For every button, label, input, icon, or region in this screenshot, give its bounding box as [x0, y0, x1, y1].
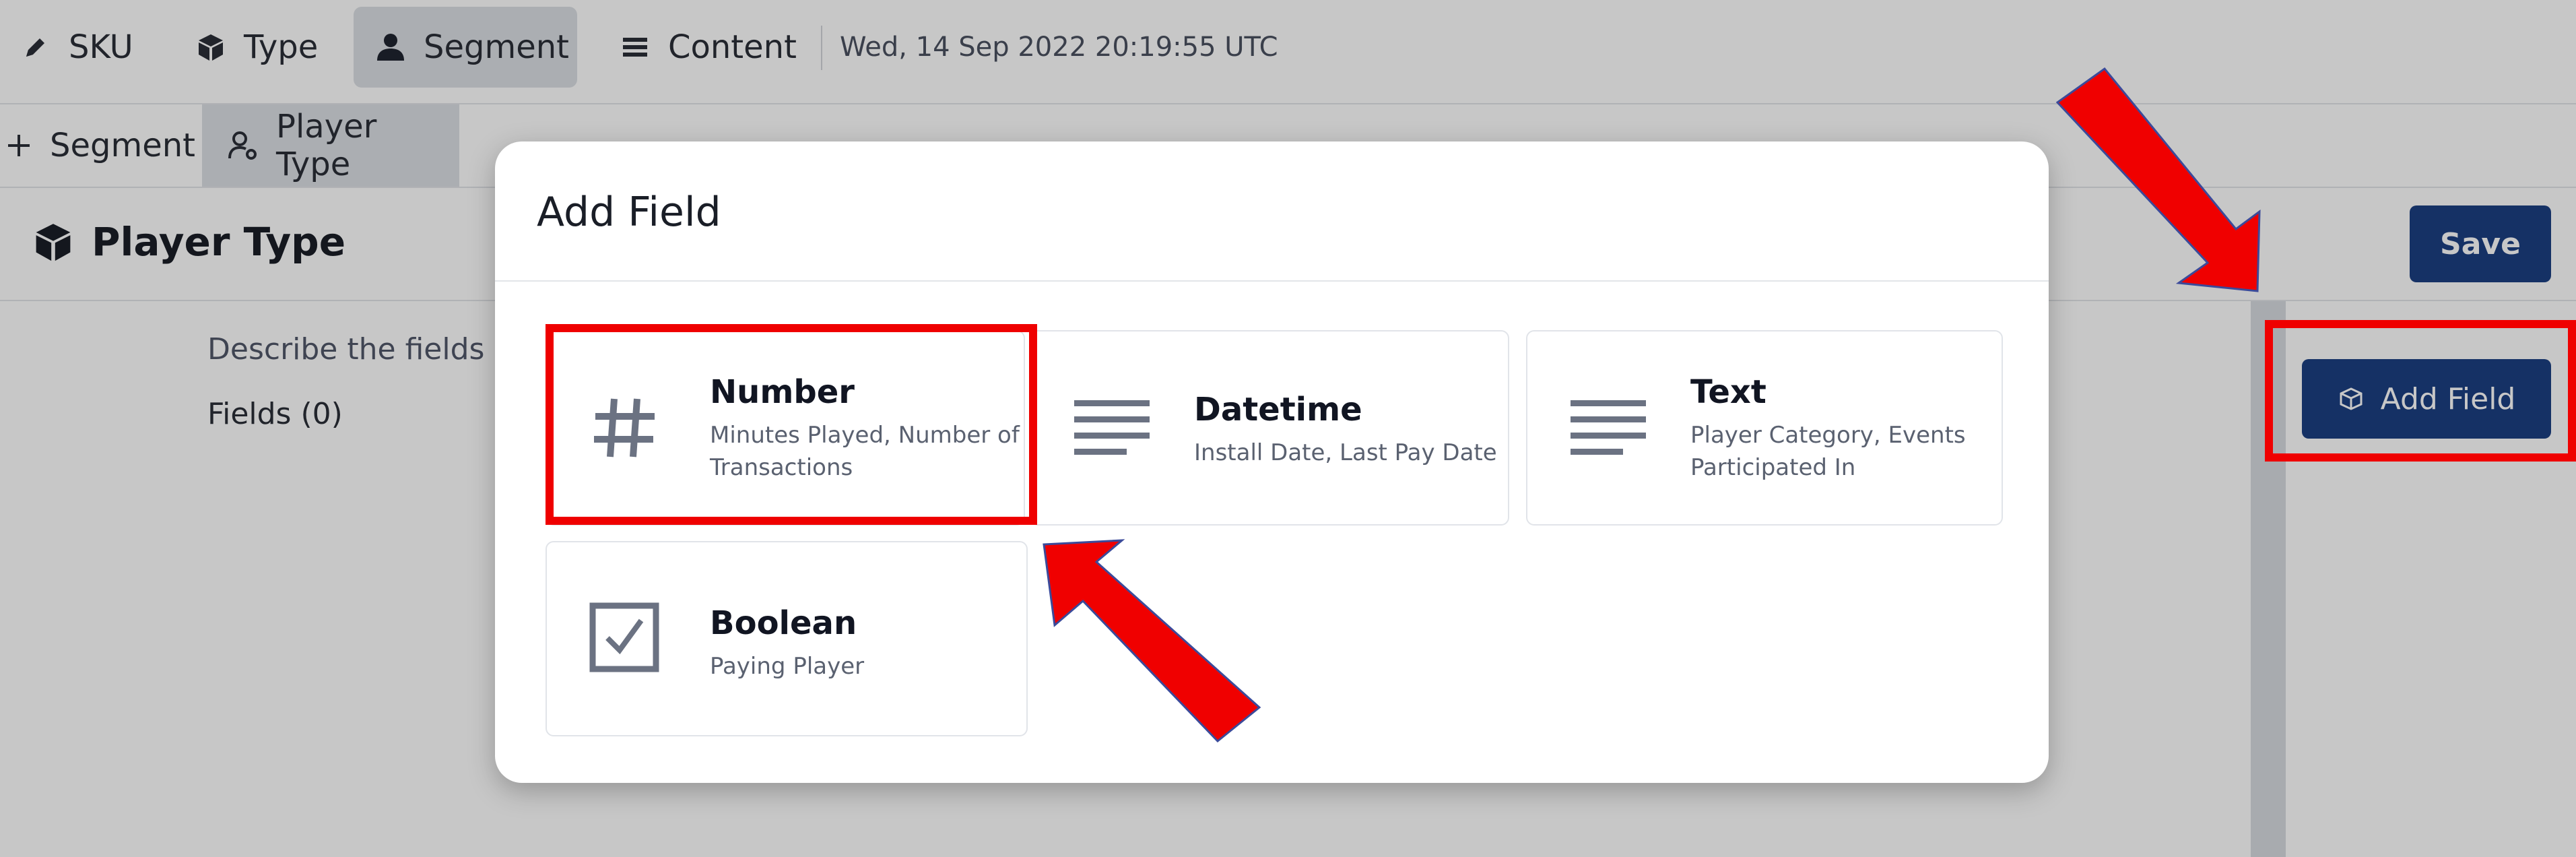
- red-arrow-to-add-field: [2055, 67, 2261, 292]
- red-arrow-to-number: [1043, 539, 1261, 743]
- annotation-arrows: [1043, 67, 2261, 743]
